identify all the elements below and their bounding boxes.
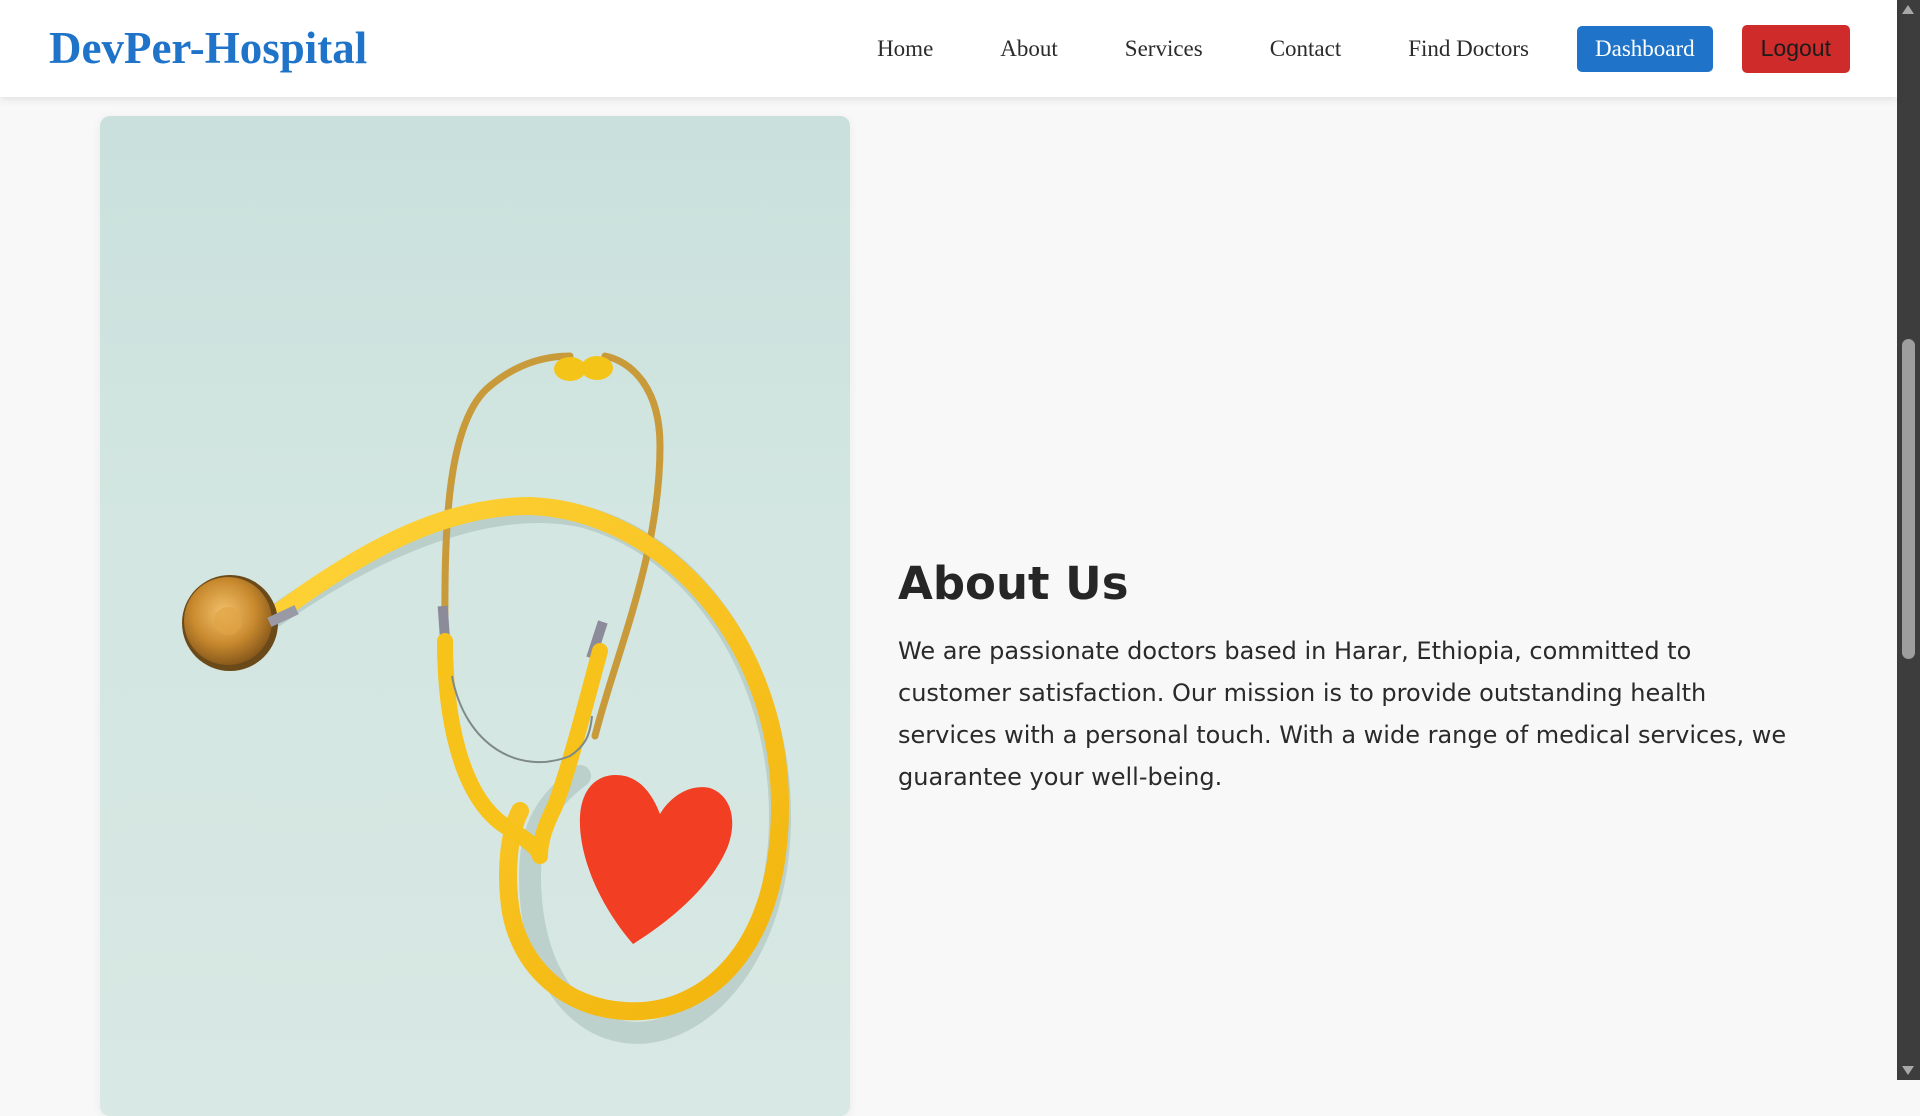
- site-logo[interactable]: DevPer-Hospital: [49, 21, 367, 76]
- dashboard-button[interactable]: Dashboard: [1577, 25, 1713, 72]
- about-section: About Us We are passionate doctors based…: [898, 556, 1798, 798]
- nav-link-find-doctors[interactable]: Find Doctors: [1408, 36, 1529, 62]
- scroll-up-arrow-icon[interactable]: [1902, 5, 1914, 14]
- nav-link-services[interactable]: Services: [1125, 36, 1203, 62]
- nav-link-contact[interactable]: Contact: [1270, 36, 1342, 62]
- nav-link-home[interactable]: Home: [877, 36, 933, 62]
- nav-link-about[interactable]: About: [1000, 36, 1058, 62]
- stethoscope-heart-image: [182, 352, 792, 1044]
- about-title: About Us: [898, 557, 1129, 610]
- navbar: DevPer-Hospital Home About Services Cont…: [0, 0, 1897, 97]
- scroll-thumb[interactable]: [1902, 339, 1915, 659]
- about-paragraph: We are passionate doctors based in Harar…: [898, 637, 1787, 791]
- about-image: [100, 116, 850, 1116]
- logout-button[interactable]: Logout: [1741, 24, 1850, 73]
- scroll-down-arrow-icon[interactable]: [1902, 1066, 1914, 1075]
- vertical-scrollbar[interactable]: [1897, 0, 1920, 1080]
- nav-links: Home About Services Contact Find Doctors…: [877, 24, 1850, 73]
